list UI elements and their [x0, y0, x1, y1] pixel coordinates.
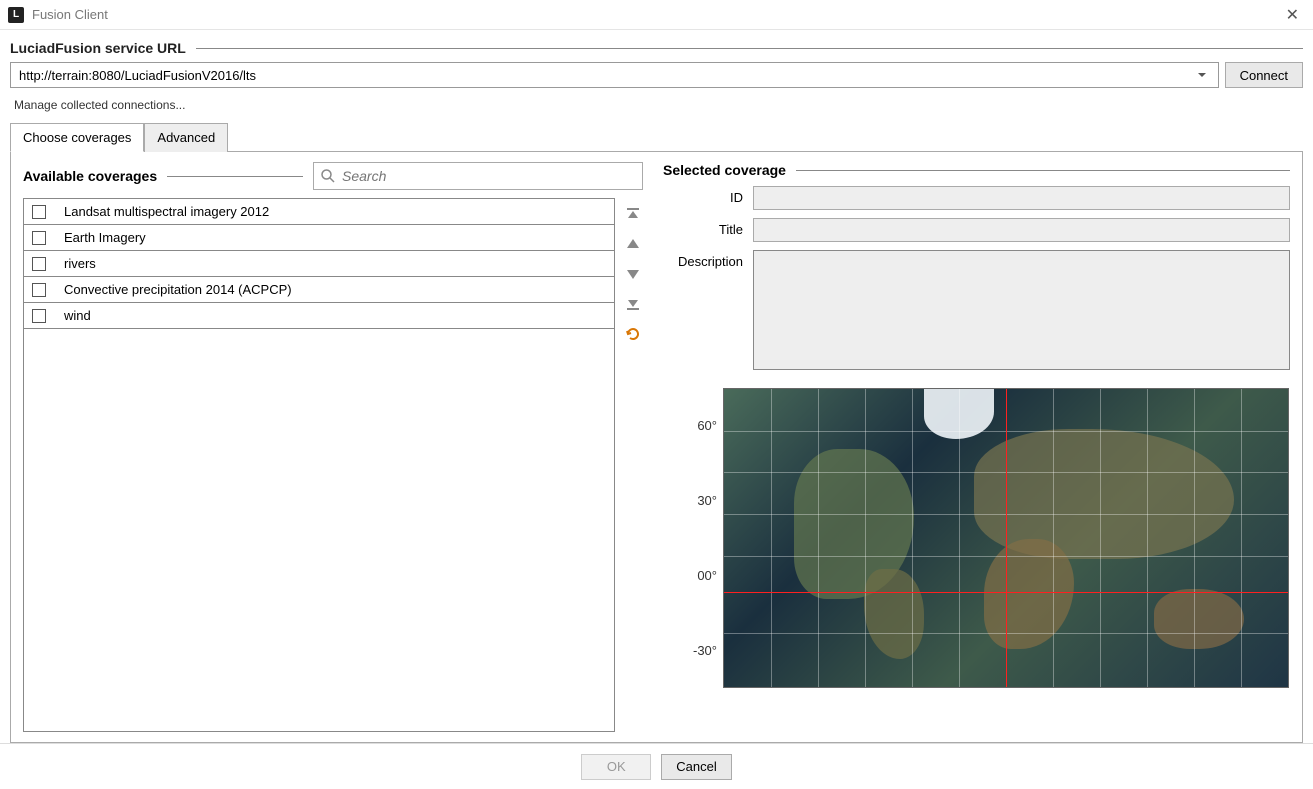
divider — [167, 176, 303, 177]
service-url-input[interactable] — [17, 64, 1192, 86]
list-item[interactable]: Landsat multispectral imagery 2012 — [24, 199, 614, 225]
window: L Fusion Client ✕ LuciadFusion service U… — [0, 0, 1313, 789]
list-item-label: Earth Imagery — [64, 230, 146, 245]
checkbox[interactable] — [32, 205, 46, 219]
checkbox[interactable] — [32, 257, 46, 271]
url-dropdown-icon[interactable] — [1192, 69, 1212, 81]
id-label: ID — [663, 186, 743, 205]
list-item-label: Landsat multispectral imagery 2012 — [64, 204, 269, 219]
description-label: Description — [663, 250, 743, 269]
title-label: Title — [663, 218, 743, 237]
field-row-title: Title — [663, 218, 1290, 242]
lat-label: 60° — [697, 418, 717, 433]
footer: OK Cancel — [0, 743, 1313, 789]
list-item-label: wind — [64, 308, 91, 323]
list-item[interactable]: rivers — [24, 251, 614, 277]
meridian-line — [1006, 389, 1007, 687]
lat-label: 00° — [697, 568, 717, 583]
world-map[interactable] — [723, 388, 1289, 688]
selected-label: Selected coverage — [663, 162, 786, 178]
move-up-icon[interactable] — [623, 234, 643, 254]
titlebar: L Fusion Client ✕ — [0, 0, 1313, 30]
order-buttons — [623, 198, 643, 732]
title-field[interactable] — [753, 218, 1290, 242]
list-item-label: rivers — [64, 256, 96, 271]
window-title: Fusion Client — [32, 7, 108, 22]
close-icon[interactable]: ✕ — [1280, 5, 1305, 25]
field-row-description: Description — [663, 250, 1290, 370]
list-item[interactable]: Earth Imagery — [24, 225, 614, 251]
content: LuciadFusion service URL Connect Manage … — [0, 30, 1313, 743]
manage-connections-link[interactable]: Manage collected connections... — [14, 98, 1299, 112]
service-url-row: Connect — [10, 62, 1303, 88]
list-wrap: Landsat multispectral imagery 2012 Earth… — [23, 198, 643, 732]
search-icon — [320, 168, 336, 184]
checkbox[interactable] — [32, 231, 46, 245]
connect-button[interactable]: Connect — [1225, 62, 1303, 88]
service-url-label-text: LuciadFusion service URL — [10, 40, 186, 56]
selected-pane: Selected coverage ID Title Description — [663, 162, 1290, 732]
available-label: Available coverages — [23, 168, 157, 184]
refresh-icon[interactable] — [623, 324, 643, 344]
checkbox[interactable] — [32, 309, 46, 323]
search-input[interactable] — [340, 167, 636, 185]
coverage-list[interactable]: Landsat multispectral imagery 2012 Earth… — [23, 198, 615, 732]
description-field[interactable] — [753, 250, 1290, 370]
tabs: Choose coverages Advanced — [10, 122, 1303, 151]
tab-advanced[interactable]: Advanced — [144, 123, 228, 152]
available-header: Available coverages — [23, 162, 643, 190]
latitude-axis: 60° 30° 00° -30° — [663, 388, 723, 688]
list-item-label: Convective precipitation 2014 (ACPCP) — [64, 282, 292, 297]
list-item[interactable]: Convective precipitation 2014 (ACPCP) — [24, 277, 614, 303]
move-bottom-icon[interactable] — [623, 294, 643, 314]
cancel-button[interactable]: Cancel — [661, 754, 731, 780]
divider — [796, 170, 1290, 171]
divider — [196, 48, 1303, 49]
available-pane: Available coverages Landsat multispectra… — [23, 162, 643, 732]
app-icon: L — [8, 7, 24, 23]
selected-fields: ID Title Description — [663, 186, 1290, 370]
move-top-icon[interactable] — [623, 204, 643, 224]
list-item[interactable]: wind — [24, 303, 614, 329]
ok-button[interactable]: OK — [581, 754, 651, 780]
lat-label: 30° — [697, 493, 717, 508]
tab-choose-coverages[interactable]: Choose coverages — [10, 123, 144, 152]
tab-body: Available coverages Landsat multispectra… — [10, 151, 1303, 743]
id-field[interactable] — [753, 186, 1290, 210]
checkbox[interactable] — [32, 283, 46, 297]
lat-label: -30° — [693, 643, 717, 658]
service-url-label: LuciadFusion service URL — [10, 40, 1303, 56]
selected-header: Selected coverage — [663, 162, 1290, 178]
search-box — [313, 162, 643, 190]
service-url-input-wrap — [10, 62, 1219, 88]
map-wrap: 60° 30° 00° -30° — [663, 388, 1290, 688]
field-row-id: ID — [663, 186, 1290, 210]
move-down-icon[interactable] — [623, 264, 643, 284]
